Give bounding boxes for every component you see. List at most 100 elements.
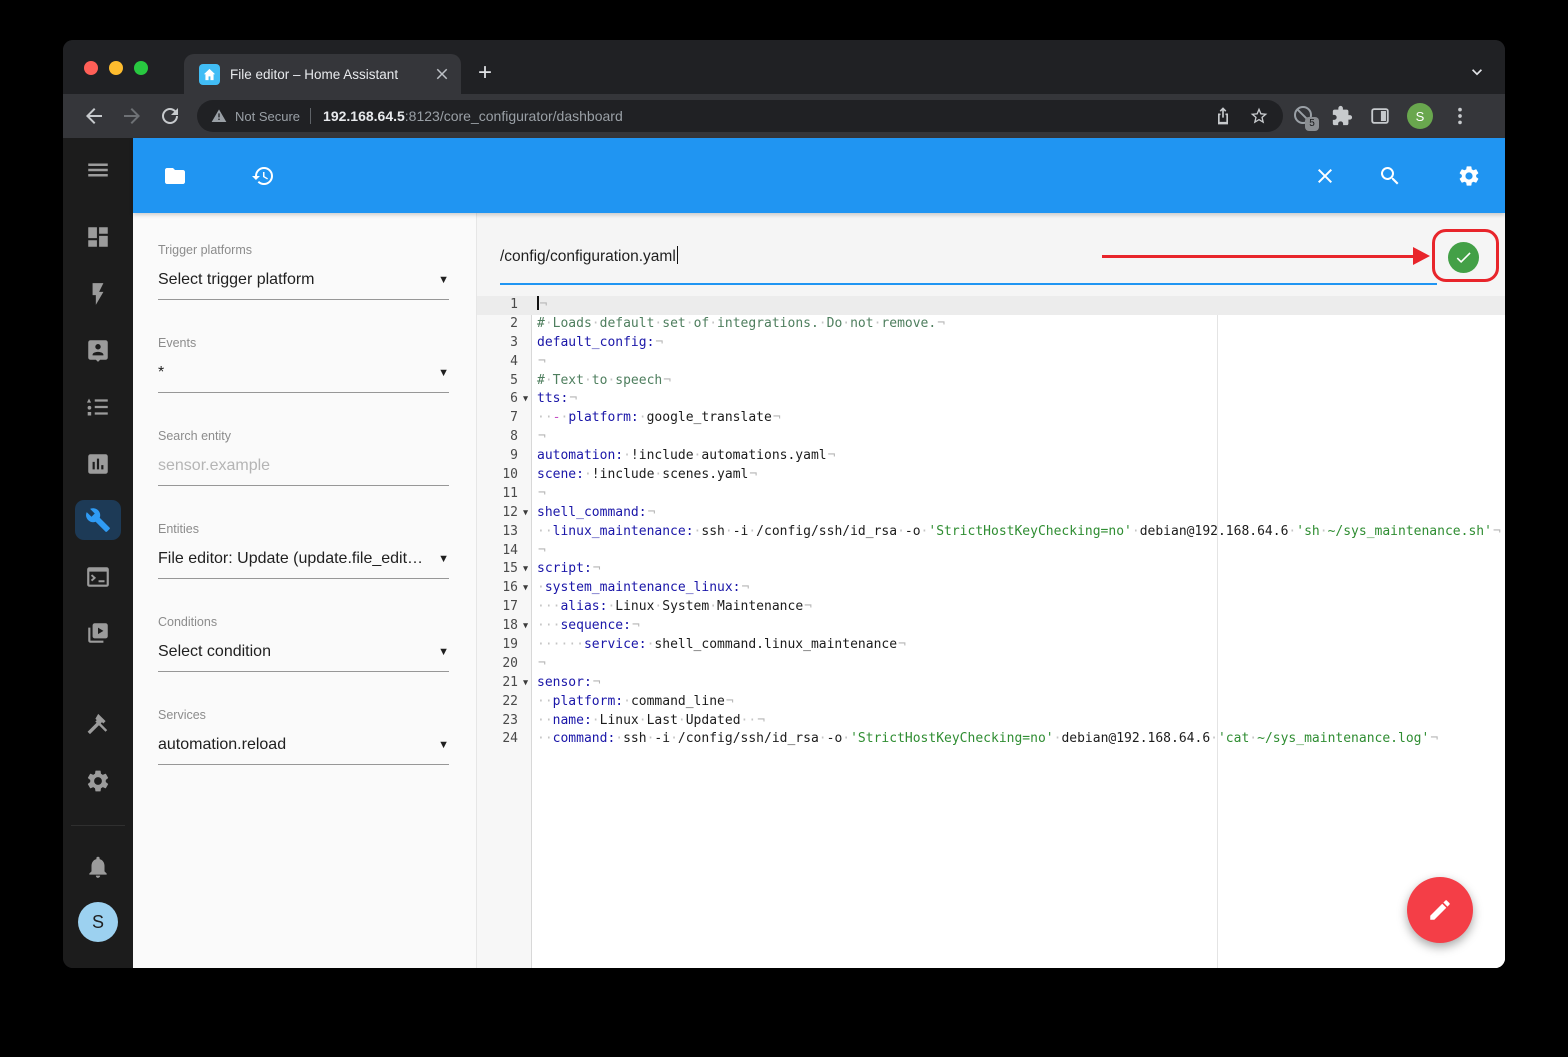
code-line[interactable]: 3 default_config:¬: [477, 334, 1505, 353]
search-icon[interactable]: [1378, 164, 1402, 188]
sidebar-item-developer-tools[interactable]: [85, 711, 111, 737]
sidebar-item-map[interactable]: [85, 337, 111, 363]
code-line-text[interactable]: #·Loads·default·set·of·integrations.·Do·…: [533, 315, 1505, 334]
side-panel-icon[interactable]: [1369, 105, 1391, 127]
code-line[interactable]: 8 ¬: [477, 428, 1505, 447]
search-entity-input[interactable]: sensor.example: [158, 454, 449, 478]
code-line[interactable]: 6 ▼ tts:¬: [477, 390, 1505, 409]
code-line-text[interactable]: default_config:¬: [533, 334, 1505, 353]
code-line-text[interactable]: #·Text·to·speech¬: [533, 372, 1505, 391]
code-line-text[interactable]: ¬: [533, 542, 1505, 561]
code-line[interactable]: 24 ··command:·ssh·-i·/config/ssh/id_rsa·-…: [477, 730, 1505, 749]
not-secure-label[interactable]: Not Secure: [235, 109, 300, 124]
code-line-text[interactable]: ··linux_maintenance:·ssh·-i·/config/ssh/…: [533, 523, 1505, 542]
code-line-text[interactable]: automation:·!include·automations.yaml¬: [533, 447, 1505, 466]
edit-fab-button[interactable]: [1407, 877, 1473, 943]
tab-search-chevron-icon[interactable]: [1467, 62, 1487, 82]
minimize-window-button[interactable]: [109, 61, 123, 75]
extensions-puzzle-icon[interactable]: [1331, 105, 1353, 127]
code-line[interactable]: 5 #·Text·to·speech¬: [477, 372, 1505, 391]
code-editor[interactable]: 1 ¬ 2 #·Loads·default·set·of·integrations.·…: [477, 296, 1505, 968]
forward-icon[interactable]: [120, 104, 144, 128]
profile-avatar[interactable]: S: [1407, 103, 1433, 129]
code-line-text[interactable]: sensor:¬: [533, 674, 1505, 693]
close-file-icon[interactable]: [1313, 164, 1337, 188]
url-text[interactable]: 192.168.64.5:8123/core_configurator/dash…: [323, 108, 1197, 124]
fold-arrow-icon[interactable]: ▼: [518, 504, 533, 523]
history-arrow-icon[interactable]: [251, 164, 275, 188]
zoom-window-button[interactable]: [134, 61, 148, 75]
code-line-text[interactable]: ··-·platform:·google_translate¬: [533, 409, 1505, 428]
code-line[interactable]: 4 ¬: [477, 353, 1505, 372]
code-line-text[interactable]: ·system_maintenance_linux:¬: [533, 579, 1505, 598]
sidebar-item-file-editor[interactable]: [75, 500, 121, 540]
code-line[interactable]: 2 #·Loads·default·set·of·integrations.·Do…: [477, 315, 1505, 334]
sidebar-item-terminal[interactable]: [85, 564, 111, 590]
browser-tab[interactable]: File editor – Home Assistant: [184, 54, 461, 94]
code-line-text[interactable]: ¬: [533, 428, 1505, 447]
code-line-text[interactable]: ······service:·shell_command.linux_maint…: [533, 636, 1505, 655]
code-line[interactable]: 11 ¬: [477, 485, 1505, 504]
code-line[interactable]: 14 ¬: [477, 542, 1505, 561]
sidebar-item-history[interactable]: [85, 451, 111, 477]
code-line-text[interactable]: shell_command:¬: [533, 504, 1505, 523]
address-bar[interactable]: Not Secure 192.168.64.5:8123/core_config…: [197, 100, 1283, 132]
sidebar-item-overview[interactable]: [85, 224, 111, 250]
code-line-text[interactable]: scene:·!include·scenes.yaml¬: [533, 466, 1505, 485]
fold-arrow-icon[interactable]: ▼: [518, 390, 533, 409]
entities-select[interactable]: File editor: Update (update.file_edit… ▼: [158, 547, 449, 571]
code-line[interactable]: 9 automation:·!include·automations.yaml¬: [477, 447, 1505, 466]
folder-icon[interactable]: [163, 164, 187, 188]
new-tab-button[interactable]: +: [471, 60, 499, 88]
code-line[interactable]: 15 ▼ script:¬: [477, 560, 1505, 579]
fold-arrow-icon[interactable]: ▼: [518, 674, 533, 693]
sidebar-item-energy[interactable]: [85, 281, 111, 307]
code-line[interactable]: 20 ¬: [477, 655, 1505, 674]
code-line-text[interactable]: script:¬: [533, 560, 1505, 579]
fold-arrow-icon[interactable]: ▼: [518, 617, 533, 636]
close-window-button[interactable]: [84, 61, 98, 75]
back-icon[interactable]: [82, 104, 106, 128]
code-line-text[interactable]: ···alias:·Linux·System·Maintenance¬: [533, 598, 1505, 617]
code-line[interactable]: 16 ▼ ·system_maintenance_linux:¬: [477, 579, 1505, 598]
menu-hamburger-icon[interactable]: [85, 157, 111, 183]
code-line[interactable]: 18 ▼ ···sequence:¬: [477, 617, 1505, 636]
not-secure-warning-icon[interactable]: [211, 108, 227, 124]
code-line-text[interactable]: ¬: [533, 296, 1505, 315]
fold-arrow-icon[interactable]: ▼: [518, 579, 533, 598]
code-line[interactable]: 21 ▼ sensor:¬: [477, 674, 1505, 693]
code-line-text[interactable]: ··platform:·command_line¬: [533, 693, 1505, 712]
sidebar-item-media-browser[interactable]: [85, 620, 111, 646]
services-select[interactable]: automation.reload ▼: [158, 733, 449, 757]
code-line-text[interactable]: ··command:·ssh·-i·/config/ssh/id_rsa·-o·…: [533, 730, 1505, 749]
sidebar-item-logbook[interactable]: [85, 394, 111, 420]
code-line[interactable]: 23 ··name:·Linux·Last·Updated··¬: [477, 712, 1505, 731]
code-line-text[interactable]: ··name:·Linux·Last·Updated··¬: [533, 712, 1505, 731]
code-line-text[interactable]: ¬: [533, 485, 1505, 504]
code-line[interactable]: 22 ··platform:·command_line¬: [477, 693, 1505, 712]
code-line[interactable]: 7 ··-·platform:·google_translate¬: [477, 409, 1505, 428]
code-line-text[interactable]: ···sequence:¬: [533, 617, 1505, 636]
code-line[interactable]: 10 scene:·!include·scenes.yaml¬: [477, 466, 1505, 485]
bookmark-star-icon[interactable]: [1249, 106, 1269, 126]
notifications-bell-icon[interactable]: [85, 854, 111, 880]
browser-menu-kebab-icon[interactable]: [1449, 105, 1471, 127]
filename-input[interactable]: /config/configuration.yaml: [500, 246, 679, 266]
sidebar-item-settings[interactable]: [85, 768, 111, 794]
code-line-text[interactable]: tts:¬: [533, 390, 1505, 409]
code-line[interactable]: 19 ······service:·shell_command.linux_mai…: [477, 636, 1505, 655]
fold-arrow-icon[interactable]: ▼: [518, 560, 533, 579]
share-icon[interactable]: [1213, 106, 1233, 126]
code-line[interactable]: 13 ··linux_maintenance:·ssh·-i·/config/ss…: [477, 523, 1505, 542]
user-avatar[interactable]: S: [78, 902, 118, 942]
code-line-text[interactable]: ¬: [533, 655, 1505, 674]
editor-settings-gear-icon[interactable]: [1457, 164, 1481, 188]
conditions-select[interactable]: Select condition ▼: [158, 640, 449, 664]
code-line-text[interactable]: ¬: [533, 353, 1505, 372]
events-select[interactable]: * ▼: [158, 361, 449, 385]
tab-close-icon[interactable]: [433, 65, 451, 83]
reload-icon[interactable]: [158, 104, 182, 128]
content-blocker-icon[interactable]: 5: [1291, 104, 1319, 131]
code-line[interactable]: 17 ···alias:·Linux·System·Maintenance¬: [477, 598, 1505, 617]
trigger-platforms-select[interactable]: Select trigger platform ▼: [158, 268, 449, 292]
